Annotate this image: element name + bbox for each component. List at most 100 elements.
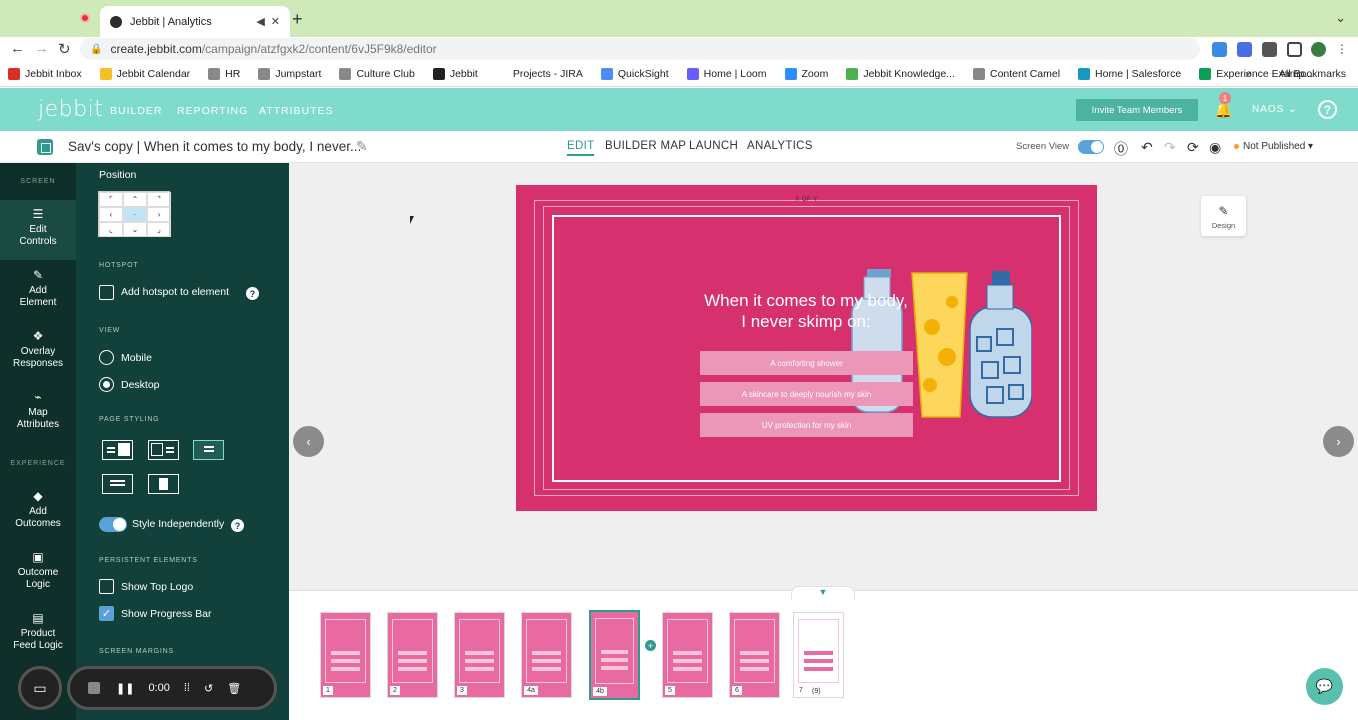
chat-support-icon[interactable]: 💬 [1306, 668, 1343, 705]
reload-icon[interactable]: ↻ [58, 40, 71, 58]
nav-builder[interactable]: BUILDER [110, 105, 163, 117]
position-top-right[interactable]: ⌝ [147, 192, 171, 207]
desktop-radio[interactable] [99, 377, 114, 392]
invite-team-members-button[interactable]: Invite Team Members [1076, 99, 1198, 121]
tab-menu-chevron-icon[interactable]: ⌄ [1335, 10, 1346, 26]
show-progress-bar-checkbox[interactable]: ✓ [99, 606, 114, 621]
bookmark-item[interactable]: HR [208, 68, 240, 80]
close-tab-icon[interactable]: ✕ [271, 15, 280, 28]
screen-thumbnail[interactable]: 5 [662, 612, 713, 698]
screen-thumbnail[interactable]: 1 [320, 612, 371, 698]
bookmark-item[interactable]: Zoom [784, 68, 828, 80]
pause-icon[interactable]: ❚❚ [116, 682, 134, 695]
rail-item-add-element[interactable]: ✎ Add Element [0, 269, 76, 309]
tab-builder-map[interactable]: BUILDER MAP [605, 140, 686, 152]
add-screen-button[interactable]: + [645, 640, 656, 651]
design-button[interactable]: ✎ Design [1201, 196, 1246, 236]
restart-icon[interactable]: ↺ [204, 682, 213, 695]
bookmark-item[interactable]: Jumpstart [258, 68, 321, 80]
tab-launch[interactable]: LAUNCH [689, 140, 738, 152]
answer-button[interactable]: UV protection for my skin [700, 413, 913, 437]
bookmark-item[interactable]: Jebbit Calendar [99, 68, 190, 80]
preview-eye-icon[interactable]: ◉ [1209, 139, 1221, 156]
screen-thumbnail[interactable]: 3 [454, 612, 505, 698]
accessibility-icon[interactable]: ⓪ [1114, 139, 1128, 159]
nav-reporting[interactable]: REPORTING [177, 105, 248, 117]
more-bookmarks-icon[interactable]: » [1245, 67, 1252, 81]
jebbit-logo[interactable]: jebbit [38, 97, 103, 122]
previous-screen-button[interactable]: ‹ [293, 426, 324, 457]
bookmark-item[interactable]: QuickSight [600, 68, 669, 80]
bookmark-item[interactable]: Projects - JIRA [495, 68, 583, 80]
bookmark-item[interactable]: Home | Salesforce [1078, 68, 1181, 80]
layout-image-left-icon[interactable] [148, 440, 179, 460]
position-bottom[interactable]: ⌄ [123, 222, 147, 237]
screen-thumbnail[interactable]: 4b [589, 610, 640, 700]
bookmark-item[interactable]: Jebbit Inbox [8, 68, 82, 80]
position-center[interactable]: · [123, 207, 147, 222]
back-icon[interactable]: ← [10, 40, 25, 57]
question-heading[interactable]: When it comes to my body, I never skimp … [666, 290, 946, 332]
layout-box-icon[interactable] [148, 474, 179, 494]
bookmark-item[interactable]: Home | Loom [686, 68, 767, 80]
screen-thumbnail[interactable]: 6 [729, 612, 780, 698]
position-left[interactable]: ‹ [99, 207, 123, 222]
position-bottom-right[interactable]: ⌟ [147, 222, 171, 237]
rail-item-product-feed-logic[interactable]: ▤ Product Feed Logic [0, 612, 76, 652]
position-grid[interactable]: ⌜ ⌃ ⌝ ‹ · › ⌞ ⌄ ⌟ [98, 191, 171, 237]
browser-tab[interactable]: Jebbit | Analytics ◀ ✕ [100, 6, 290, 37]
mute-icon[interactable]: ◀ [256, 15, 264, 28]
style-independently-toggle[interactable] [99, 517, 127, 532]
nav-attributes[interactable]: ATTRIBUTES [259, 105, 334, 117]
help-icon[interactable]: ? [1318, 100, 1337, 119]
publish-status-dropdown[interactable]: Not Published ▾ [1234, 141, 1313, 152]
extension-icon[interactable] [1237, 42, 1252, 57]
tab-analytics[interactable]: ANALYTICS [747, 140, 813, 152]
screen-thumbnail[interactable]: 7 (9) [793, 612, 844, 698]
collapse-filmstrip-chevron-icon[interactable]: ▼ [791, 586, 855, 600]
camera-icon[interactable]: ▭ [18, 666, 62, 710]
bookmark-item[interactable]: Jebbit Knowledge... [846, 68, 955, 80]
rail-item-overlay-responses[interactable]: ❖ Overlay Responses [0, 330, 76, 370]
refresh-icon[interactable]: ⟳ [1187, 139, 1199, 156]
layout-image-right-icon[interactable] [102, 440, 133, 460]
next-screen-button[interactable]: › [1323, 426, 1354, 457]
layout-centered-icon[interactable] [102, 474, 133, 494]
undo-icon[interactable]: ↶ [1141, 139, 1153, 156]
stop-recording-button[interactable] [88, 682, 100, 694]
bookmark-item[interactable]: Content Camel [973, 68, 1060, 80]
trash-icon[interactable]: 🗑 [227, 682, 241, 695]
bookmark-item[interactable]: Culture Club [339, 68, 415, 80]
user-menu[interactable]: NAOS ⌄ [1252, 104, 1298, 115]
answer-button[interactable]: A comforting shower [700, 351, 913, 375]
extensions-puzzle-icon[interactable] [1262, 42, 1277, 57]
edit-title-pencil-icon[interactable]: ✎ [356, 138, 368, 155]
address-bar[interactable]: 🔒 create.jebbit.com/campaign/atzfgxk2/co… [80, 38, 1200, 60]
rail-item-edit-controls[interactable]: ☰ Edit Controls [0, 200, 76, 260]
browser-menu-icon[interactable]: ⋮ [1336, 42, 1351, 57]
show-top-logo-checkbox[interactable] [99, 579, 114, 594]
new-tab-button[interactable]: + [292, 9, 303, 30]
tab-edit[interactable]: EDIT [567, 140, 595, 156]
all-bookmarks[interactable]: All Bookmarks [1279, 68, 1346, 80]
hotspot-help-icon[interactable]: ? [246, 287, 259, 300]
screen-thumbnail[interactable]: 4a [521, 612, 572, 698]
screen-thumbnail[interactable]: 2 [387, 612, 438, 698]
layout-full-background-icon[interactable] [193, 440, 224, 460]
extension-icon[interactable] [1212, 42, 1227, 57]
rail-item-map-attributes[interactable]: ⌁ Map Attributes [0, 391, 76, 431]
mobile-radio[interactable] [99, 350, 114, 365]
bookmark-item[interactable]: Jebbit [432, 68, 478, 80]
screen-view-toggle[interactable] [1078, 140, 1104, 154]
style-help-icon[interactable]: ? [231, 519, 244, 532]
position-top[interactable]: ⌃ [123, 192, 147, 207]
position-right[interactable]: › [147, 207, 171, 222]
position-top-left[interactable]: ⌜ [99, 192, 123, 207]
forward-icon[interactable]: → [34, 40, 49, 57]
answer-button[interactable]: A skincare to deeply nourish my skin [700, 382, 913, 406]
profile-avatar[interactable] [1311, 42, 1326, 57]
redo-icon[interactable]: ↷ [1164, 139, 1176, 156]
sidepanel-icon[interactable] [1287, 42, 1302, 57]
rail-item-outcome-logic[interactable]: ▣ Outcome Logic [0, 551, 76, 591]
grid-icon[interactable]: ⁞⁞ [184, 682, 190, 694]
